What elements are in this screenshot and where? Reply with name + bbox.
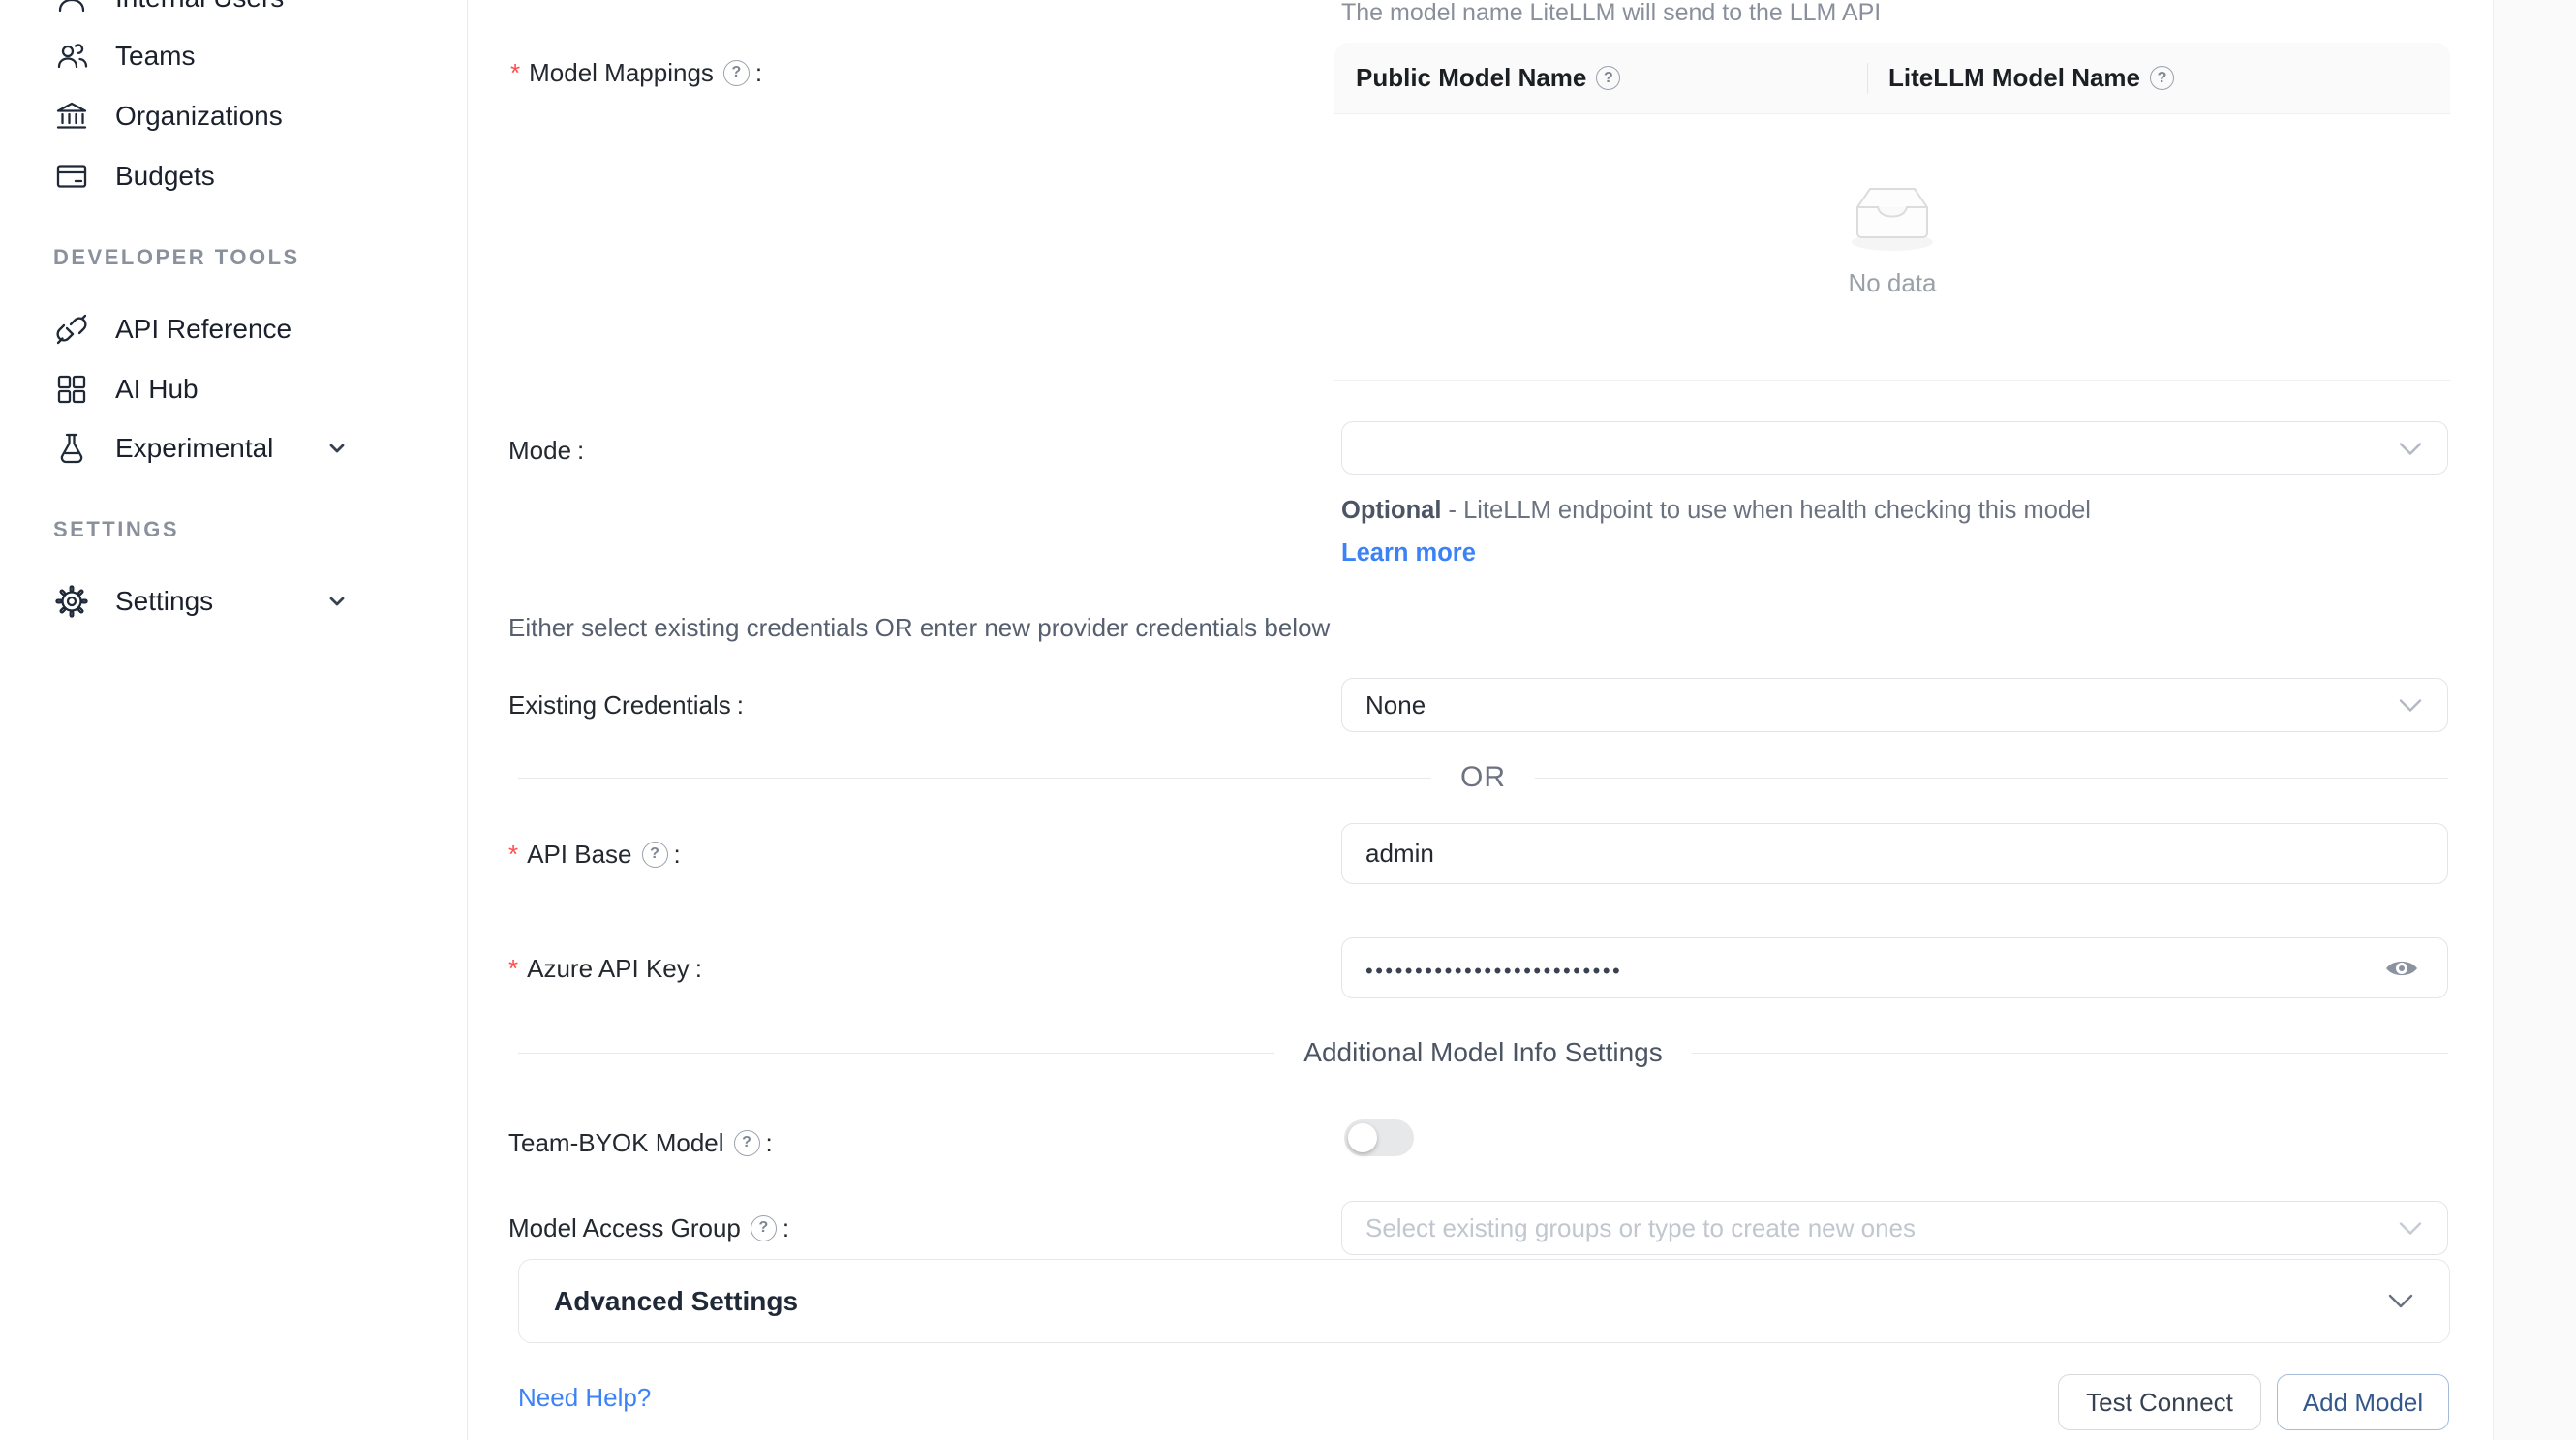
advanced-settings-panel[interactable]: Advanced Settings xyxy=(518,1259,2450,1343)
sidebar-item-teams[interactable]: Teams xyxy=(0,29,468,83)
help-icon[interactable]: ? xyxy=(723,60,750,86)
api-base-value: admin xyxy=(1365,839,1434,869)
chevron-down-icon xyxy=(2399,433,2422,463)
required-asterisk: * xyxy=(510,56,520,89)
eye-icon[interactable] xyxy=(2383,955,2420,982)
model-access-group-select[interactable]: Select existing groups or type to create… xyxy=(1341,1201,2448,1255)
sidebar-item-label: Teams xyxy=(115,41,195,72)
help-icon[interactable]: ? xyxy=(751,1215,777,1241)
chevron-down-icon xyxy=(2387,1293,2414,1310)
sidebar-item-ai-hub[interactable]: AI Hub xyxy=(0,362,468,416)
gear-icon xyxy=(53,583,90,620)
or-divider: OR xyxy=(518,758,2448,797)
sidebar-item-experimental[interactable]: Experimental xyxy=(0,421,468,475)
empty-inbox-icon xyxy=(1844,176,1941,254)
sidebar-item-label: Settings xyxy=(115,586,213,617)
sidebar-item-label: Organizations xyxy=(115,101,283,132)
need-help-link[interactable]: Need Help? xyxy=(518,1383,651,1413)
sidebar-item-organizations[interactable]: Organizations xyxy=(0,89,468,143)
mode-help-text: Optional - LiteLLM endpoint to use when … xyxy=(1341,489,2116,574)
sidebar-item-label: Experimental xyxy=(115,433,273,464)
teams-icon xyxy=(53,38,90,75)
toggle-knob xyxy=(1348,1123,1377,1152)
chevron-down-icon xyxy=(2399,1213,2422,1243)
model-mappings-label: * Model Mappings ? : xyxy=(510,56,762,89)
test-connect-button[interactable]: Test Connect xyxy=(2058,1374,2261,1430)
sidebar-item-label: API Reference xyxy=(115,314,291,345)
team-byok-toggle[interactable] xyxy=(1344,1119,1414,1156)
grid-icon xyxy=(53,371,90,408)
required-asterisk: * xyxy=(508,838,518,871)
column-header-public-model-name: Public Model Name ? xyxy=(1334,43,1867,113)
user-icon xyxy=(53,0,90,16)
sidebar-item-api-reference[interactable]: API Reference xyxy=(0,302,468,356)
credentials-note: Either select existing credentials OR en… xyxy=(508,613,1330,643)
sidebar-item-settings[interactable]: Settings xyxy=(0,574,468,628)
sidebar-item-internal-users[interactable]: Internal Users xyxy=(0,0,468,25)
chevron-down-icon xyxy=(2399,690,2422,720)
azure-api-key-label: * Azure API Key : xyxy=(508,952,702,985)
existing-credentials-label: Existing Credentials : xyxy=(508,689,744,721)
sidebar-item-label: AI Hub xyxy=(115,374,199,405)
help-icon[interactable]: ? xyxy=(2150,66,2174,90)
table-header: Public Model Name ? LiteLLM Model Name ? xyxy=(1334,43,2450,114)
help-icon[interactable]: ? xyxy=(734,1130,760,1156)
column-header-litellm-model-name: LiteLLM Model Name ? xyxy=(1867,43,2450,113)
chevron-down-icon xyxy=(320,584,354,619)
sidebar-item-budgets[interactable]: Budgets xyxy=(0,149,468,203)
mode-select[interactable] xyxy=(1341,421,2448,475)
sidebar-section-settings: SETTINGS xyxy=(53,516,179,543)
masked-password-value: •••••••••••••••••••••••••• xyxy=(1365,955,1622,982)
advanced-settings-title: Advanced Settings xyxy=(554,1286,798,1317)
api-base-input[interactable]: admin xyxy=(1341,823,2448,884)
chevron-down-icon xyxy=(320,431,354,466)
model-access-group-placeholder: Select existing groups or type to create… xyxy=(1365,1213,1916,1243)
add-model-button[interactable]: Add Model xyxy=(2277,1374,2449,1430)
learn-more-link[interactable]: Learn more xyxy=(1341,539,1476,567)
no-data-label: No data xyxy=(1844,268,1941,298)
column-divider xyxy=(1867,63,1868,94)
existing-credentials-value: None xyxy=(1365,690,1426,720)
model-name-api-note: The model name LiteLLM will send to the … xyxy=(1341,0,1881,25)
additional-settings-divider: Additional Model Info Settings xyxy=(518,1033,2448,1072)
mode-label: Mode : xyxy=(508,434,584,467)
table-body-empty: No data xyxy=(1334,114,2450,381)
team-byok-label: Team-BYOK Model ? : xyxy=(508,1126,773,1159)
page-right-gutter xyxy=(2493,0,2576,1440)
sidebar: Internal Users Teams Organizations Budge… xyxy=(0,0,468,1440)
sidebar-item-label: Internal Users xyxy=(115,0,284,14)
azure-api-key-input[interactable]: •••••••••••••••••••••••••• xyxy=(1341,937,2448,998)
help-icon[interactable]: ? xyxy=(1596,66,1620,90)
help-icon[interactable]: ? xyxy=(642,842,668,868)
sidebar-item-label: Budgets xyxy=(115,161,215,192)
model-access-group-label: Model Access Group ? : xyxy=(508,1211,789,1244)
empty-state: No data xyxy=(1844,176,1941,298)
credit-card-icon xyxy=(53,158,90,195)
bank-icon xyxy=(53,98,90,135)
api-base-label: * API Base ? : xyxy=(508,838,681,871)
required-asterisk: * xyxy=(508,952,518,985)
sidebar-section-developer-tools: DEVELOPER TOOLS xyxy=(53,244,300,271)
api-plug-icon xyxy=(53,311,90,348)
model-mappings-table: Public Model Name ? LiteLLM Model Name ?… xyxy=(1334,43,2450,381)
flask-icon xyxy=(53,430,90,467)
existing-credentials-select[interactable]: None xyxy=(1341,678,2448,732)
add-model-page: Internal Users Teams Organizations Budge… xyxy=(0,0,2576,1440)
